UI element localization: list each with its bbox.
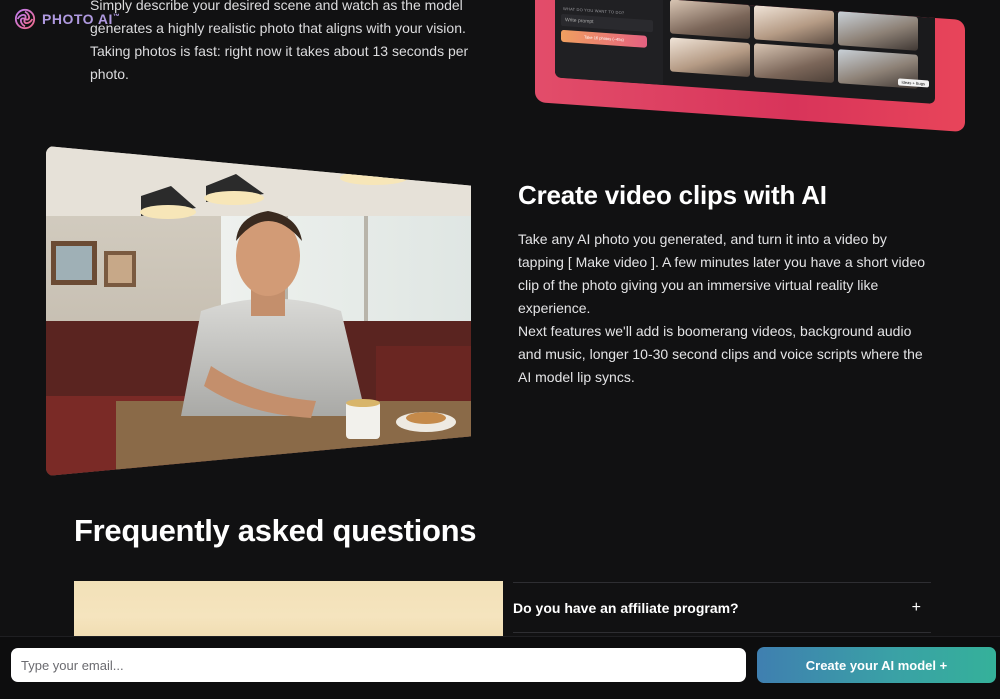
faq-item[interactable]: Do you have an affiliate program? + bbox=[513, 582, 931, 633]
logo-swirl-icon bbox=[14, 8, 36, 30]
email-input[interactable] bbox=[11, 648, 746, 682]
app-preview-window: WHAT DO YOU WANT TO DO? Write prompt Tak… bbox=[555, 0, 935, 104]
diner-scene-illustration bbox=[46, 146, 471, 476]
prompt-panel: WHAT DO YOU WANT TO DO? Write prompt Tak… bbox=[555, 0, 663, 85]
intro-paragraph: Simply describe your desired scene and w… bbox=[90, 0, 469, 82]
faq-image bbox=[74, 581, 503, 641]
photo-thumbnail bbox=[754, 43, 834, 83]
photo-thumbnail bbox=[754, 5, 834, 45]
create-ai-model-button[interactable]: Create your AI model + bbox=[757, 647, 996, 683]
video-section-paragraph: Take any AI photo you generated, and tur… bbox=[518, 231, 926, 316]
logo[interactable]: PHOTO AI™ bbox=[14, 7, 120, 31]
video-section-paragraph: Next features we'll add is boomerang vid… bbox=[518, 323, 923, 385]
logo-text: PHOTO AI™ bbox=[42, 11, 121, 27]
video-section-title: Create video clips with AI bbox=[518, 180, 827, 210]
photo-grid bbox=[670, 0, 918, 89]
faq-question: Do you have an affiliate program? bbox=[513, 599, 739, 616]
video-example-image bbox=[46, 146, 471, 476]
photo-thumbnail bbox=[670, 37, 750, 78]
app-preview-collage: WHAT DO YOU WANT TO DO? Write prompt Tak… bbox=[535, 0, 965, 133]
plus-icon[interactable]: + bbox=[912, 599, 921, 617]
photo-thumbnail bbox=[838, 11, 918, 51]
prompt-input: Write prompt bbox=[561, 13, 653, 33]
faq-title: Frequently asked questions bbox=[74, 513, 477, 548]
photo-thumbnail bbox=[670, 0, 750, 40]
take-photos-button: Take 16 photos (~45s) bbox=[561, 29, 647, 48]
